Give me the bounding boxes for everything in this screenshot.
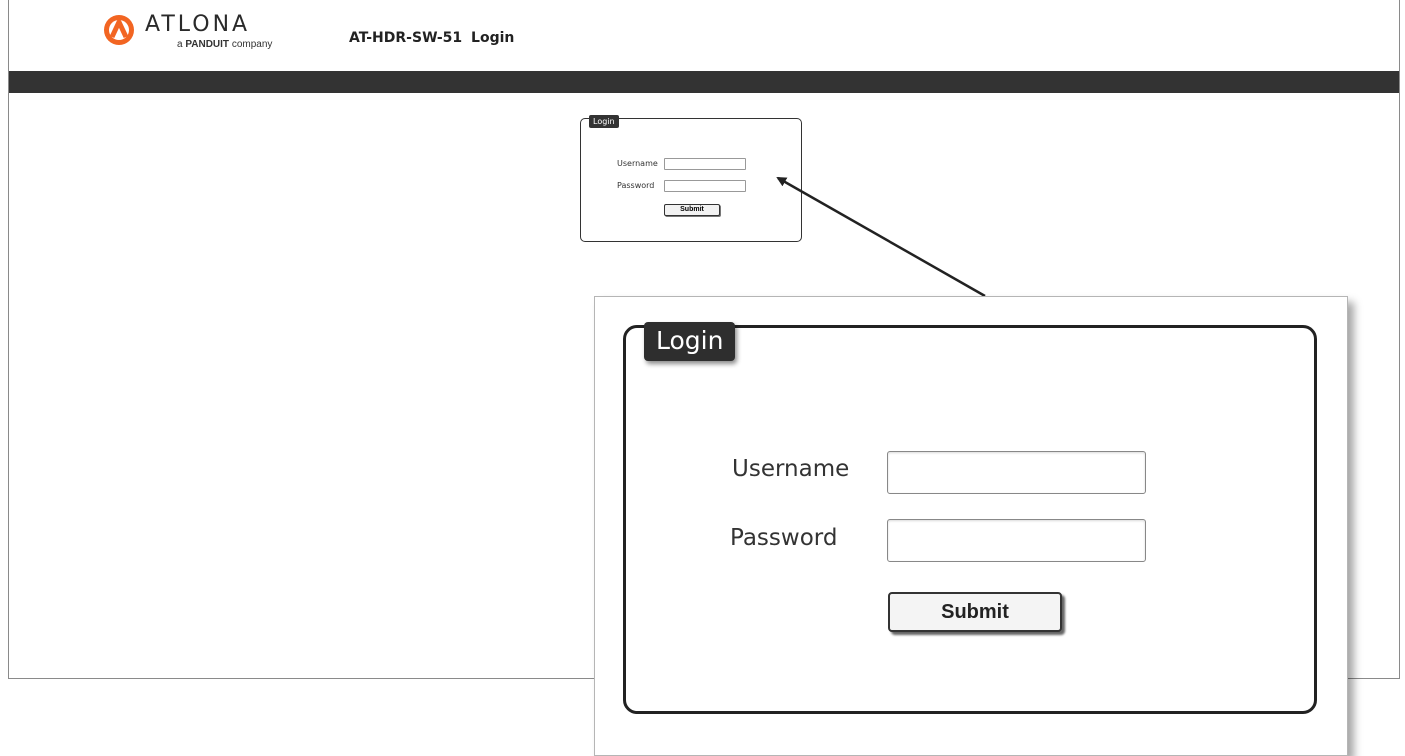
- logo-wordmark: ATLONA: [145, 12, 251, 37]
- zoom-callout-panel: Login Username Password Submit: [594, 296, 1348, 756]
- logo-tagline-suffix: company: [231, 39, 273, 50]
- zoomed-submit-button: Submit: [888, 592, 1062, 632]
- zoomed-password-input: [887, 519, 1146, 562]
- zoomed-username-input: [887, 451, 1146, 494]
- password-label: Password: [617, 181, 655, 190]
- login-form: Login Username Password Submit: [580, 115, 802, 242]
- page-title: AT-HDR-SW-51 Login: [349, 30, 515, 46]
- logo-tagline: a PANDUIT company: [177, 39, 272, 50]
- submit-button[interactable]: Submit: [664, 204, 720, 216]
- password-input[interactable]: [664, 180, 746, 192]
- nav-bar: [9, 71, 1399, 93]
- username-input[interactable]: [664, 158, 746, 170]
- zoomed-login-legend: Login: [644, 322, 736, 361]
- username-label: Username: [617, 159, 658, 168]
- zoomed-password-label: Password: [730, 525, 838, 551]
- login-legend: Login: [589, 115, 619, 128]
- zoomed-username-label: Username: [732, 456, 850, 482]
- logo-tagline-prefix: a: [177, 39, 183, 50]
- zoomed-login-form: Login Username Password Submit: [623, 322, 1317, 714]
- atlona-logo: ATLONA a PANDUIT company: [101, 12, 301, 56]
- logo-tagline-brand: PANDUIT: [185, 39, 230, 50]
- atlona-logo-mark-icon: [104, 15, 134, 45]
- page-header: ATLONA a PANDUIT company AT-HDR-SW-51 Lo…: [9, 0, 1399, 71]
